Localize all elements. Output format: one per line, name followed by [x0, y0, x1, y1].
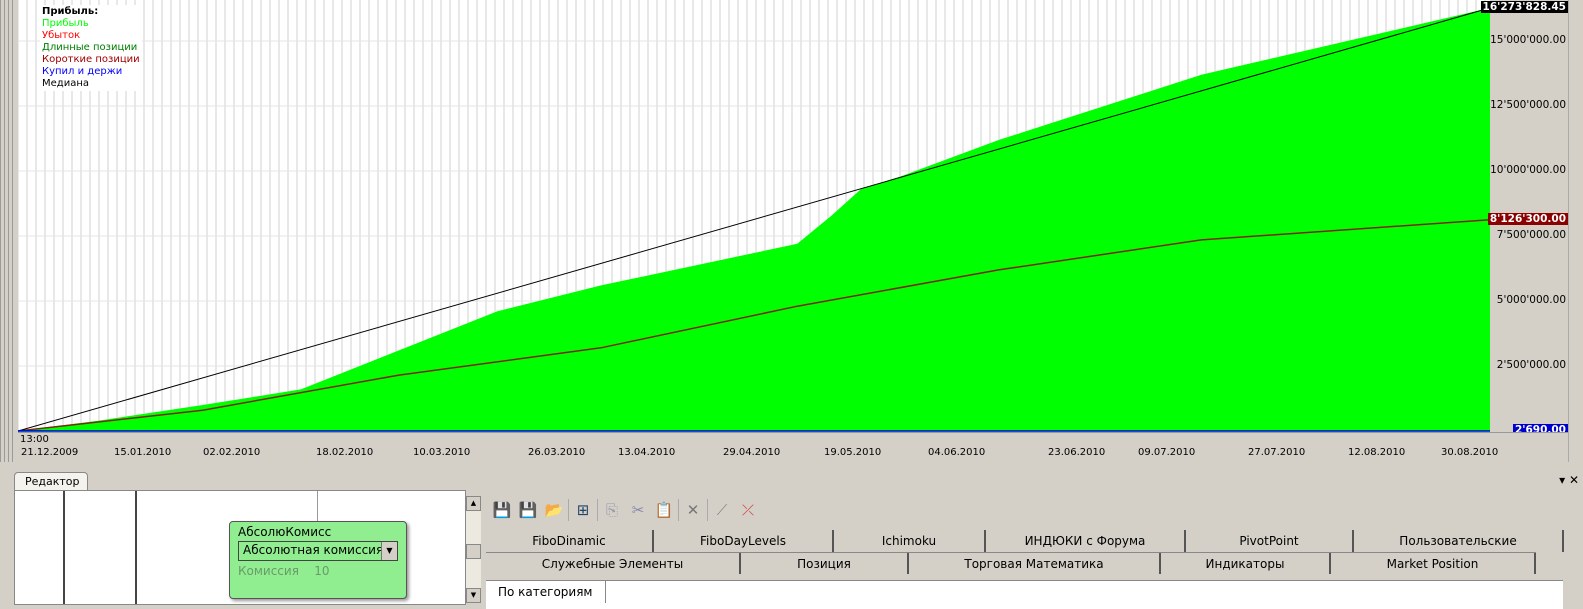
commission-type-select[interactable]: Абсолютная комиссия ▼: [238, 541, 398, 561]
badge-profit: 16'273'828.45: [1480, 1, 1568, 13]
x-tick-label: 23.06.2010: [1048, 447, 1106, 458]
scroll-down-icon[interactable]: ▼: [466, 588, 481, 603]
connect-icon[interactable]: ⟋: [710, 498, 734, 522]
right-scrollbar[interactable]: [1568, 0, 1583, 462]
legend-item: Длинные позиции: [42, 42, 138, 53]
paste-icon[interactable]: 📋: [652, 498, 676, 522]
commission-node[interactable]: АбсолюКомисс Абсолютная комиссия ▼ Комисс…: [229, 521, 407, 599]
tab-tabs_row2-0[interactable]: Служебные Элементы: [486, 553, 741, 574]
node-title: АбсолюКомисс: [238, 525, 332, 539]
left-toolbar-strip: [0, 0, 16, 462]
tab-tabs_row2-3[interactable]: Индикаторы: [1161, 553, 1331, 574]
badge-short: 8'126'300.00: [1487, 213, 1568, 225]
x-tick-label: 30.08.2010: [1441, 447, 1499, 458]
dropdown-arrow-icon[interactable]: ▼: [381, 542, 397, 560]
save-as-icon[interactable]: 💾: [516, 498, 540, 522]
legend-item: Убыток: [42, 30, 81, 41]
tab-tabs_row1-3[interactable]: ИНДЮКИ с Форума: [986, 530, 1186, 552]
x-tick-label: 26.03.2010: [528, 447, 586, 458]
copy-icon[interactable]: ⎘: [600, 498, 624, 522]
save-icon[interactable]: 💾: [490, 498, 514, 522]
open-folder-icon[interactable]: 📂: [542, 498, 566, 522]
tab-tabs_row1-5[interactable]: Пользовательские: [1354, 530, 1564, 552]
tool-tabs-row-1: FiboDinamic FiboDayLevels Ichimoku ИНДЮКИ с…: [486, 530, 1564, 552]
legend-item: Короткие позиции: [42, 54, 140, 65]
x-tick-label: 10.03.2010: [413, 447, 471, 458]
x-axis: 13:00 21.12.2009 15.01.2010 02.02.2010 18.0…: [18, 432, 1568, 458]
legend-title: Прибыль:: [42, 6, 99, 17]
y-tick-label: 5'000'000.00: [1496, 294, 1566, 306]
pin-button[interactable]: ▾: [1559, 473, 1565, 487]
y-tick-label: 10'000'000.00: [1490, 164, 1566, 176]
legend-item: Медиана: [42, 78, 89, 89]
x-tick-label: 19.05.2010: [824, 447, 882, 458]
x-tick-label: 21.12.2009: [21, 447, 79, 458]
tab-editor[interactable]: Редактор: [14, 472, 88, 490]
strategy-editor-canvas[interactable]: АбсолюКомисс Абсолютная комиссия ▼ Комисс…: [14, 490, 466, 605]
chart-svg: [18, 0, 1490, 432]
tab-tabs_row1-4[interactable]: PivotPoint: [1186, 530, 1354, 552]
y-tick-label: 12'500'000.00: [1490, 99, 1566, 111]
tab-by-category[interactable]: По категориям: [486, 581, 606, 603]
x-tick-label: 04.06.2010: [928, 447, 986, 458]
x-tick-label: 13.04.2010: [618, 447, 676, 458]
chart-legend: Прибыль: Прибыль Убыток Длинные позиции Кор…: [40, 5, 142, 91]
y-axis: 2'500'000.00 5'000'000.00 7'500'000.00 10'0…: [1480, 0, 1568, 436]
param-value[interactable]: 10: [314, 564, 329, 578]
x-tick-label: 29.04.2010: [723, 447, 781, 458]
scroll-up-icon[interactable]: ▲: [466, 496, 481, 511]
editor-toolbar: 💾 💾 📂 ⊞ ⎘ ✂ 📋 ✕ ⟋ ⤫: [490, 497, 760, 523]
connector-line: [317, 491, 318, 521]
disconnect-icon[interactable]: ⤫: [736, 498, 760, 522]
x-tick-label: 15.01.2010: [114, 447, 172, 458]
x-tick-label: 12.08.2010: [1348, 447, 1406, 458]
y-tick-label: 7'500'000.00: [1496, 229, 1566, 241]
cut-icon[interactable]: ✂: [626, 498, 650, 522]
tab-tabs_row2-1[interactable]: Позиция: [741, 553, 909, 574]
tab-tabs_row1-2[interactable]: Ichimoku: [834, 530, 986, 552]
category-panel: По категориям: [486, 580, 1563, 609]
tab-tabs_row2-2[interactable]: Торговая Математика: [909, 553, 1161, 574]
x-tick-label: 27.07.2010: [1248, 447, 1306, 458]
x-tick-label: 18.02.2010: [316, 447, 374, 458]
grid-icon[interactable]: ⊞: [571, 498, 595, 522]
editor-scrollbar[interactable]: ▲ ▼: [466, 496, 481, 603]
panel-controls: ▾ ✕: [1559, 473, 1579, 487]
legend-item: Купил и держи: [42, 66, 123, 77]
tab-tabs_row2-4[interactable]: Market Position: [1331, 553, 1536, 574]
close-button[interactable]: ✕: [1569, 473, 1579, 487]
scroll-thumb[interactable]: [466, 544, 481, 559]
y-tick-label: 2'500'000.00: [1496, 359, 1566, 371]
param-label: Комиссия: [238, 564, 299, 578]
x-tick-label: 02.02.2010: [203, 447, 261, 458]
tab-tabs_row1-0[interactable]: FiboDinamic: [486, 530, 654, 552]
delete-icon[interactable]: ✕: [681, 498, 705, 522]
equity-chart[interactable]: Прибыль: Прибыль Убыток Длинные позиции Кор…: [18, 0, 1490, 432]
tool-tabs-row-2: Служебные Элементы Позиция Торговая Матема…: [486, 552, 1536, 574]
select-value: Абсолютная комиссия: [243, 543, 384, 557]
x-tick-label: 09.07.2010: [1138, 447, 1196, 458]
x-first-time: 13:00: [20, 434, 49, 445]
tab-tabs_row1-1[interactable]: FiboDayLevels: [654, 530, 834, 552]
y-tick-label: 15'000'000.00: [1490, 34, 1566, 46]
legend-item: Прибыль: [42, 18, 89, 29]
chart-window: Прибыль: Прибыль Убыток Длинные позиции Кор…: [0, 0, 1583, 462]
